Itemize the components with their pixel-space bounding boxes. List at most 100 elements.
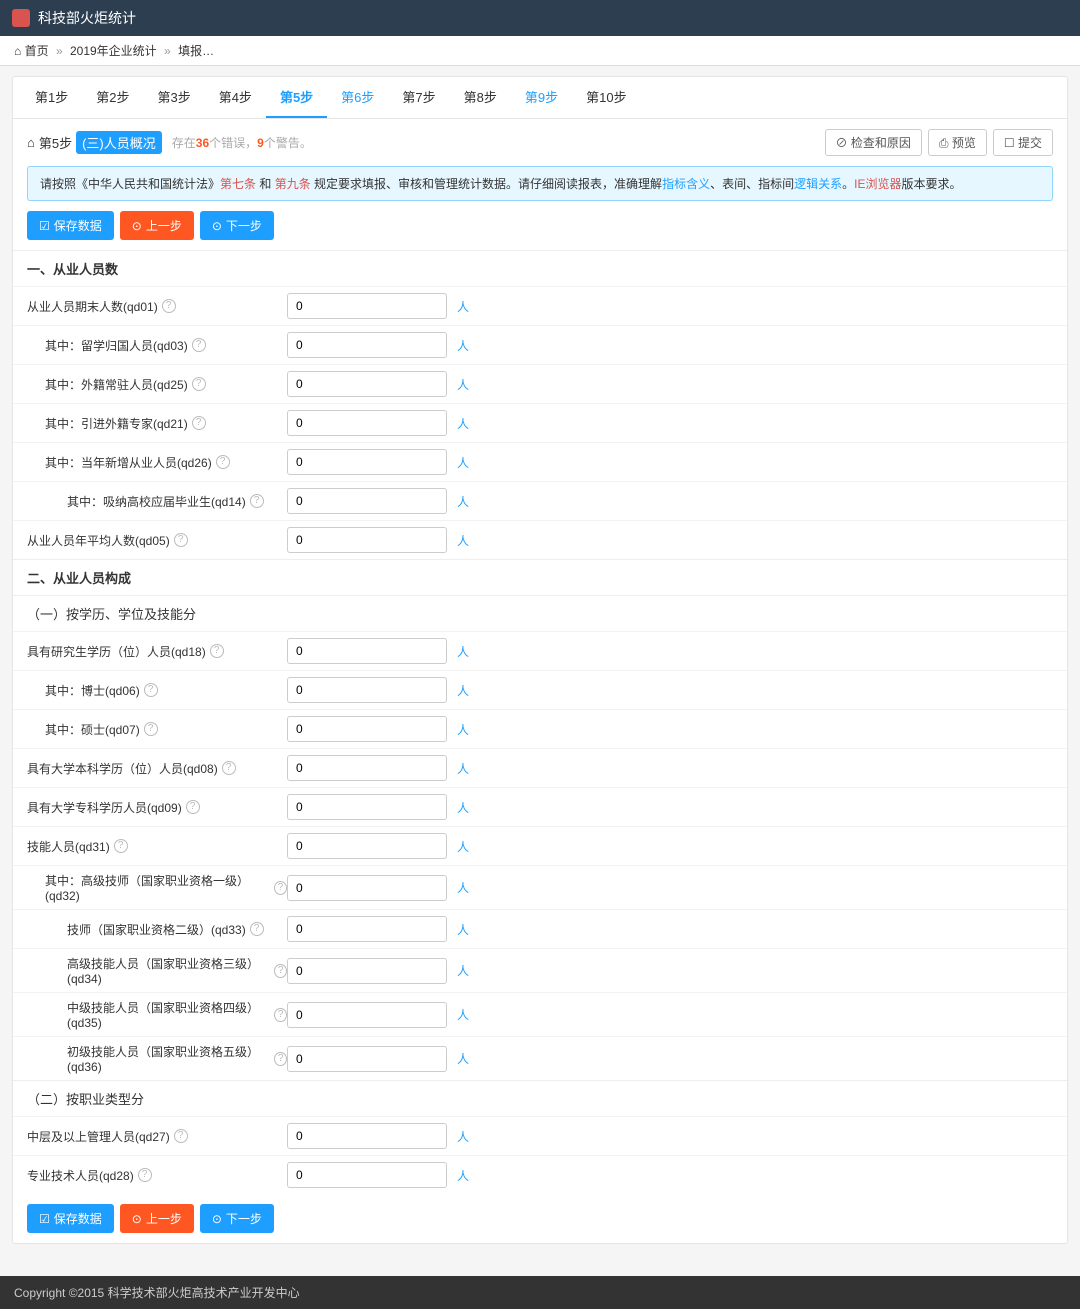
help-icon[interactable]: ? xyxy=(192,338,206,352)
help-icon[interactable]: ? xyxy=(274,964,287,978)
help-icon[interactable]: ? xyxy=(174,533,188,547)
input-qd03[interactable] xyxy=(287,332,447,358)
input-qd18[interactable] xyxy=(287,638,447,664)
field-label: 其中：当年新增从业人员(qd26)? xyxy=(27,454,287,471)
help-icon[interactable]: ? xyxy=(162,299,176,313)
prev-button[interactable]: ⊙上一步 xyxy=(120,1204,194,1233)
input-qd01[interactable] xyxy=(287,293,447,319)
section-2a-title: （一）按学历、学位及技能分 xyxy=(13,595,1067,631)
input-qd14[interactable] xyxy=(287,488,447,514)
unit-label: 人 xyxy=(457,799,469,816)
separator: » xyxy=(56,44,63,58)
input-qd05[interactable] xyxy=(287,527,447,553)
field-label: 从业人员期末人数(qd01)? xyxy=(27,298,287,315)
help-icon[interactable]: ? xyxy=(192,416,206,430)
field-label: 其中：硕士(qd07)? xyxy=(27,721,287,738)
preview-button[interactable]: ⎙ 预览 xyxy=(928,129,987,156)
help-icon[interactable]: ? xyxy=(274,1008,287,1022)
arrow-left-icon: ⊙ xyxy=(132,219,142,233)
breadcrumb-year[interactable]: 2019年企业统计 xyxy=(70,44,157,58)
help-icon[interactable]: ? xyxy=(174,1129,188,1143)
help-icon[interactable]: ? xyxy=(222,761,236,775)
field-row-qd03: 其中：留学归国人员(qd03)?人 xyxy=(13,325,1067,364)
tab-step-6[interactable]: 第6步 xyxy=(327,77,388,118)
help-icon[interactable]: ? xyxy=(210,644,224,658)
step-header: ⌂ 第5步 (三)人员概况 存在36个错误，9个警告。 ⊘ 检查和原因 ⎙ 预览… xyxy=(13,119,1067,166)
field-label: 其中：吸纳高校应届毕业生(qd14)? xyxy=(27,493,287,510)
help-icon[interactable]: ? xyxy=(192,377,206,391)
arrow-right-icon: ⊙ xyxy=(212,1212,222,1226)
tab-step-2[interactable]: 第2步 xyxy=(82,77,143,118)
unit-label: 人 xyxy=(457,962,469,979)
input-qd35[interactable] xyxy=(287,1002,447,1028)
field-label: 技师（国家职业资格二级）(qd33)? xyxy=(27,921,287,938)
input-qd07[interactable] xyxy=(287,716,447,742)
tab-step-7[interactable]: 第7步 xyxy=(388,77,449,118)
prev-button[interactable]: ⊙上一步 xyxy=(120,211,194,240)
help-icon[interactable]: ? xyxy=(274,881,287,895)
help-icon[interactable]: ? xyxy=(250,922,264,936)
help-icon[interactable]: ? xyxy=(274,1052,287,1066)
field-label: 从业人员年平均人数(qd05)? xyxy=(27,532,287,549)
input-qd33[interactable] xyxy=(287,916,447,942)
tab-step-3[interactable]: 第3步 xyxy=(143,77,204,118)
save-icon: ☑ xyxy=(39,1212,50,1226)
notice-alert: 请按照《中华人民共和国统计法》第七条 和 第九条 规定要求填报、审核和管理统计数… xyxy=(27,166,1053,201)
input-qd27[interactable] xyxy=(287,1123,447,1149)
help-icon[interactable]: ? xyxy=(216,455,230,469)
step-tabs: 第1步第2步第3步第4步第5步第6步第7步第8步第9步第10步 xyxy=(13,77,1067,119)
arrow-left-icon: ⊙ xyxy=(132,1212,142,1226)
field-row-qd18: 具有研究生学历（位）人员(qd18)?人 xyxy=(13,631,1067,670)
unit-label: 人 xyxy=(457,879,469,896)
input-qd36[interactable] xyxy=(287,1046,447,1072)
save-icon: ☑ xyxy=(39,219,50,233)
save-button[interactable]: ☑保存数据 xyxy=(27,211,114,240)
breadcrumb-home[interactable]: 首页 xyxy=(25,44,49,58)
preview-icon: ⎙ xyxy=(939,136,949,150)
help-icon[interactable]: ? xyxy=(250,494,264,508)
home-icon: ⌂ xyxy=(14,44,21,58)
unit-label: 人 xyxy=(457,1050,469,1067)
help-icon[interactable]: ? xyxy=(186,800,200,814)
input-qd09[interactable] xyxy=(287,794,447,820)
next-button[interactable]: ⊙下一步 xyxy=(200,211,274,240)
unit-label: 人 xyxy=(457,1006,469,1023)
check-button[interactable]: ⊘ 检查和原因 xyxy=(825,129,922,156)
topbar: 科技部火炬统计 xyxy=(0,0,1080,36)
input-qd31[interactable] xyxy=(287,833,447,859)
app-title: 科技部火炬统计 xyxy=(38,8,136,28)
next-button[interactable]: ⊙下一步 xyxy=(200,1204,274,1233)
unit-label: 人 xyxy=(457,921,469,938)
tab-step-1[interactable]: 第1步 xyxy=(21,77,82,118)
field-row-qd25: 其中：外籍常驻人员(qd25)?人 xyxy=(13,364,1067,403)
field-label: 中层及以上管理人员(qd27)? xyxy=(27,1128,287,1145)
help-icon[interactable]: ? xyxy=(144,683,158,697)
field-label: 技能人员(qd31)? xyxy=(27,838,287,855)
save-button[interactable]: ☑保存数据 xyxy=(27,1204,114,1233)
input-qd28[interactable] xyxy=(287,1162,447,1188)
tab-step-4[interactable]: 第4步 xyxy=(205,77,266,118)
submit-button[interactable]: ☐ 提交 xyxy=(993,129,1053,156)
tab-step-10[interactable]: 第10步 xyxy=(572,77,640,118)
input-qd26[interactable] xyxy=(287,449,447,475)
field-label: 其中：高级技师（国家职业资格一级）(qd32)? xyxy=(27,872,287,903)
field-row-qd06: 其中：博士(qd06)?人 xyxy=(13,670,1067,709)
input-qd32[interactable] xyxy=(287,875,447,901)
help-icon[interactable]: ? xyxy=(144,722,158,736)
input-qd34[interactable] xyxy=(287,958,447,984)
help-icon[interactable]: ? xyxy=(138,1168,152,1182)
tab-step-9[interactable]: 第9步 xyxy=(511,77,572,118)
submit-icon: ☐ xyxy=(1004,136,1015,150)
input-qd21[interactable] xyxy=(287,410,447,436)
input-qd06[interactable] xyxy=(287,677,447,703)
action-buttons-bottom: ☑保存数据 ⊙上一步 ⊙下一步 xyxy=(13,1194,1067,1243)
tab-step-8[interactable]: 第8步 xyxy=(450,77,511,118)
arrow-right-icon: ⊙ xyxy=(212,219,222,233)
help-icon[interactable]: ? xyxy=(114,839,128,853)
input-qd08[interactable] xyxy=(287,755,447,781)
tab-step-5[interactable]: 第5步 xyxy=(266,77,327,118)
field-row-qd35: 中级技能人员（国家职业资格四级）(qd35)?人 xyxy=(13,992,1067,1036)
field-row-qd08: 具有大学本科学历（位）人员(qd08)?人 xyxy=(13,748,1067,787)
input-qd25[interactable] xyxy=(287,371,447,397)
unit-label: 人 xyxy=(457,415,469,432)
